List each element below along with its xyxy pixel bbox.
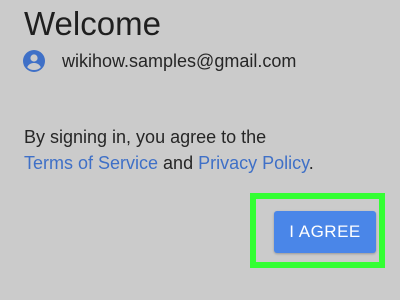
consent-period: .	[308, 153, 314, 173]
account-email: wikihow.samples@gmail.com	[62, 51, 297, 71]
account-row: wikihow.samples@gmail.com	[22, 49, 296, 73]
privacy-policy-link[interactable]: Privacy Policy	[198, 153, 309, 173]
agree-button[interactable]: I AGREE	[274, 211, 376, 253]
consent-links-line: Terms of Service and Privacy Policy.	[24, 150, 384, 176]
terms-of-service-link[interactable]: Terms of Service	[24, 153, 158, 173]
page-title: Welcome	[24, 5, 161, 42]
consent-text: By signing in, you agree to the Terms of…	[24, 124, 384, 176]
account-circle-icon	[23, 50, 45, 72]
consent-line: By signing in, you agree to the	[24, 127, 267, 147]
consent-conjunction: and	[158, 153, 199, 173]
